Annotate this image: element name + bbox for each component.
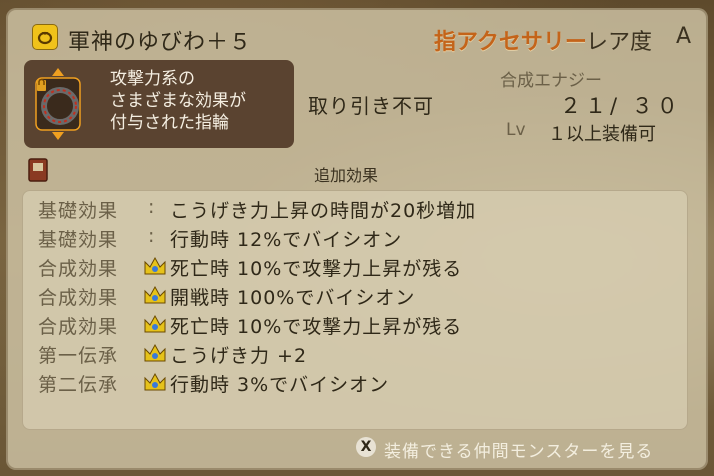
crown-icon <box>142 341 168 365</box>
crown-icon <box>142 312 168 336</box>
ring-category-icon <box>32 24 58 50</box>
effect-text: 行動時 3%でバイシオン <box>170 374 390 396</box>
ring-item-icon <box>34 68 82 140</box>
view-equippable-monsters-link[interactable]: 装備できる仲間モンスターを見る <box>384 437 653 462</box>
effect-label: 合成効果 <box>38 287 119 309</box>
effect-text: 開戦時 100%でバイシオン <box>170 287 416 309</box>
x-button-icon[interactable]: X <box>356 437 376 457</box>
effect-label: 基礎効果 <box>38 229 119 251</box>
effect-text: 死亡時 10%で攻撃力上昇が残る <box>170 258 463 280</box>
synthesis-energy-value: ２１/ ３０ <box>560 94 682 118</box>
effect-label: 第二伝承 <box>38 374 119 396</box>
effect-label: 第一伝承 <box>38 345 119 367</box>
rarity-value: A <box>676 24 692 49</box>
effect-separator: : <box>148 196 155 218</box>
item-name: 軍神のゆびわ＋５ <box>68 30 253 55</box>
item-header: 軍神のゆびわ＋５ 指アクセサリー レア度 A <box>22 18 692 60</box>
item-description-box: 攻撃力系の さまざまな効果が 付与された指輪 <box>24 60 294 148</box>
crown-icon <box>142 254 168 278</box>
rarity-label: レア度 <box>586 30 653 55</box>
crown-icon <box>142 283 168 307</box>
effect-label: 合成効果 <box>38 258 119 280</box>
level-label: Lv <box>506 120 526 140</box>
synthesis-energy-label: 合成エナジー <box>500 71 602 91</box>
effect-label: 基礎効果 <box>38 200 119 222</box>
additional-effects-title: 追加効果 <box>314 166 379 185</box>
effect-text: 死亡時 10%で攻撃力上昇が残る <box>170 316 463 338</box>
effect-text: こうげき力 +2 <box>170 345 308 367</box>
level-requirement: １以上装備可 <box>548 124 656 145</box>
trade-status: 取り引き不可 <box>308 94 434 118</box>
book-icon[interactable] <box>28 158 48 182</box>
effect-text: こうげき力上昇の時間が20秒増加 <box>170 200 477 222</box>
effects-list: 基礎効果 : こうげき力上昇の時間が20秒増加 基礎効果 : 行動時 12%でバ… <box>22 190 688 430</box>
item-description: 攻撃力系の さまざまな効果が 付与された指輪 <box>110 69 246 133</box>
item-category: 指アクセサリー <box>434 30 587 55</box>
effect-text: 行動時 12%でバイシオン <box>170 229 403 251</box>
effect-label: 合成効果 <box>38 316 119 338</box>
effect-separator: : <box>148 225 155 247</box>
crown-icon <box>142 370 168 394</box>
